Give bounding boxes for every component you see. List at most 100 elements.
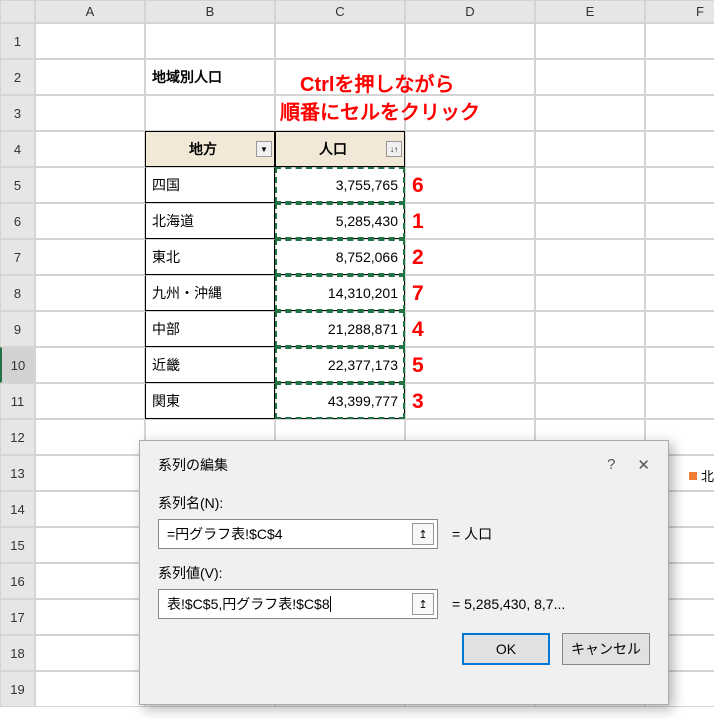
pop-0[interactable]: 3,755,765 [275, 167, 405, 203]
cell-A8[interactable] [35, 275, 145, 311]
cell-E8[interactable] [535, 275, 645, 311]
cell-D1[interactable] [405, 23, 535, 59]
cell-E2[interactable] [535, 59, 645, 95]
cell-E10[interactable] [535, 347, 645, 383]
cell-A3[interactable] [35, 95, 145, 131]
cell-D5[interactable] [405, 167, 535, 203]
cell-E1[interactable] [535, 23, 645, 59]
col-A[interactable]: A [35, 0, 145, 23]
cell-B3[interactable] [145, 95, 275, 131]
pop-6[interactable]: 43,399,777 [275, 383, 405, 419]
region-5[interactable]: 近畿 [145, 347, 275, 383]
cell-A4[interactable] [35, 131, 145, 167]
cell-A1[interactable] [35, 23, 145, 59]
cell-F7[interactable] [645, 239, 714, 275]
col-F[interactable]: F [645, 0, 714, 23]
row-2[interactable]: 2 [0, 59, 35, 95]
header-pop[interactable]: 人口↓↑ [275, 131, 405, 167]
cell-E4[interactable] [535, 131, 645, 167]
row-11[interactable]: 11 [0, 383, 35, 419]
pop-5[interactable]: 22,377,173 [275, 347, 405, 383]
cell-D9[interactable] [405, 311, 535, 347]
close-icon[interactable]: ✕ [637, 456, 650, 474]
cell-D10[interactable] [405, 347, 535, 383]
cell-A7[interactable] [35, 239, 145, 275]
col-C[interactable]: C [275, 0, 405, 23]
range-select-icon-2[interactable]: ↥ [412, 593, 434, 615]
cell-E3[interactable] [535, 95, 645, 131]
cell-D4[interactable] [405, 131, 535, 167]
col-B[interactable]: B [145, 0, 275, 23]
ok-button[interactable]: OK [462, 633, 550, 665]
series-name-input[interactable]: =円グラフ表!$C$4 ↥ [158, 519, 438, 549]
cell-D8[interactable] [405, 275, 535, 311]
cell-D7[interactable] [405, 239, 535, 275]
callout-line1: Ctrlを押しながら [300, 68, 454, 97]
cell-E9[interactable] [535, 311, 645, 347]
series-values-input[interactable]: 表!$C$5,円グラフ表!$C$8 ↥ [158, 589, 438, 619]
row-14[interactable]: 14 [0, 491, 35, 527]
cell-A10[interactable] [35, 347, 145, 383]
region-3[interactable]: 九州・沖縄 [145, 275, 275, 311]
row-5[interactable]: 5 [0, 167, 35, 203]
region-6[interactable]: 関東 [145, 383, 275, 419]
cell-A9[interactable] [35, 311, 145, 347]
row-15[interactable]: 15 [0, 527, 35, 563]
row-16[interactable]: 16 [0, 563, 35, 599]
range-select-icon[interactable]: ↥ [412, 523, 434, 545]
cell-E7[interactable] [535, 239, 645, 275]
cell-F8[interactable] [645, 275, 714, 311]
cell-E5[interactable] [535, 167, 645, 203]
pop-4[interactable]: 21,288,871 [275, 311, 405, 347]
cell-C1[interactable] [275, 23, 405, 59]
sort-icon[interactable]: ↓↑ [386, 141, 402, 157]
row-18[interactable]: 18 [0, 635, 35, 671]
cell-A6[interactable] [35, 203, 145, 239]
help-icon[interactable]: ? [607, 456, 615, 474]
row-17[interactable]: 17 [0, 599, 35, 635]
cell-F9[interactable] [645, 311, 714, 347]
cell-F5[interactable] [645, 167, 714, 203]
cell-D6[interactable] [405, 203, 535, 239]
cell-F6[interactable] [645, 203, 714, 239]
pop-2[interactable]: 8,752,066 [275, 239, 405, 275]
cell-E6[interactable] [535, 203, 645, 239]
row-19[interactable]: 19 [0, 671, 35, 707]
row-4[interactable]: 4 [0, 131, 35, 167]
cell-A2[interactable] [35, 59, 145, 95]
cell-B2-title[interactable]: 地域別人口 [145, 59, 275, 95]
region-4[interactable]: 中部 [145, 311, 275, 347]
cell-E11[interactable] [535, 383, 645, 419]
region-1[interactable]: 北海道 [145, 203, 275, 239]
region-2[interactable]: 東北 [145, 239, 275, 275]
cell-D11[interactable] [405, 383, 535, 419]
cell-F2[interactable] [645, 59, 714, 95]
cell-F1[interactable] [645, 23, 714, 59]
corner-cell[interactable] [0, 0, 35, 23]
cell-A11[interactable] [35, 383, 145, 419]
row-1[interactable]: 1 [0, 23, 35, 59]
row-9[interactable]: 9 [0, 311, 35, 347]
cell-B1[interactable] [145, 23, 275, 59]
row-10[interactable]: 10 [0, 347, 35, 383]
cell-F11[interactable] [645, 383, 714, 419]
cell-F4[interactable] [645, 131, 714, 167]
series-name-label: 系列名(N): [158, 493, 650, 513]
cell-F3[interactable] [645, 95, 714, 131]
pop-3[interactable]: 14,310,201 [275, 275, 405, 311]
row-8[interactable]: 8 [0, 275, 35, 311]
row-6[interactable]: 6 [0, 203, 35, 239]
cell-A5[interactable] [35, 167, 145, 203]
row-3[interactable]: 3 [0, 95, 35, 131]
row-7[interactable]: 7 [0, 239, 35, 275]
header-region[interactable]: 地方▼ [145, 131, 275, 167]
region-0[interactable]: 四国 [145, 167, 275, 203]
pop-1[interactable]: 5,285,430 [275, 203, 405, 239]
col-D[interactable]: D [405, 0, 535, 23]
cancel-button[interactable]: キャンセル [562, 633, 650, 665]
row-12[interactable]: 12 [0, 419, 35, 455]
col-E[interactable]: E [535, 0, 645, 23]
row-13[interactable]: 13 [0, 455, 35, 491]
cell-F10[interactable] [645, 347, 714, 383]
filter-icon[interactable]: ▼ [256, 141, 272, 157]
